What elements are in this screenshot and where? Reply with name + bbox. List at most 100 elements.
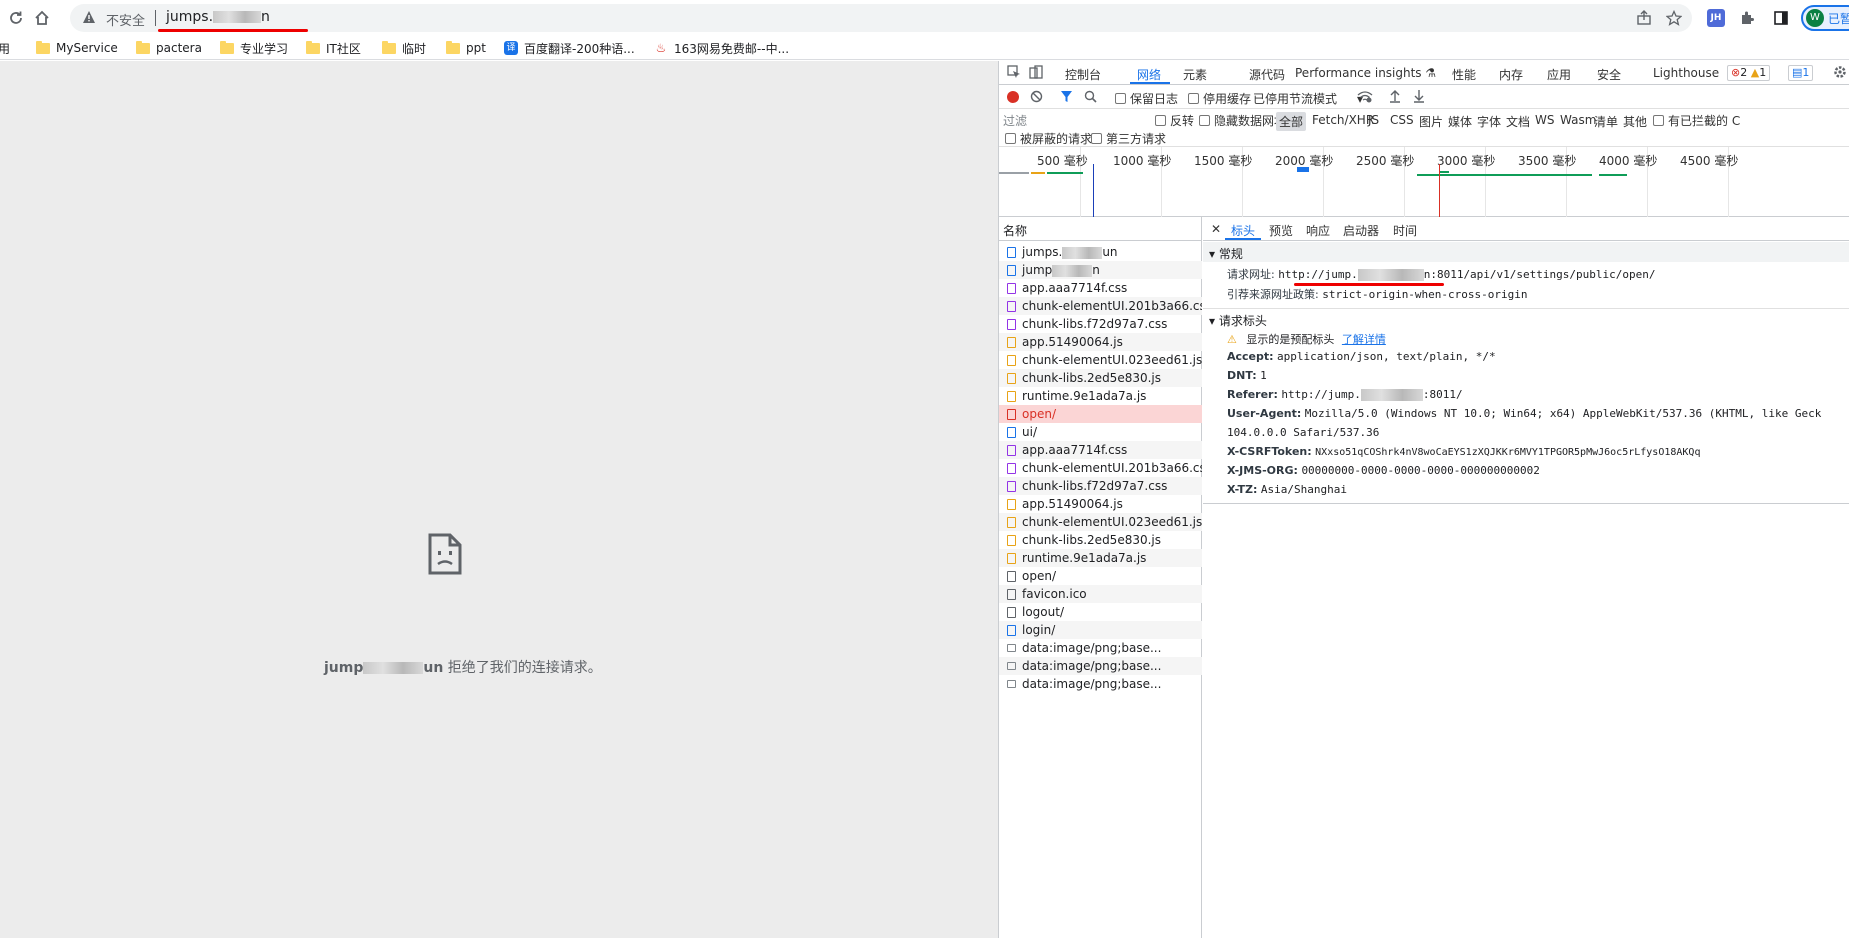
table-row[interactable]: chunk-elementUI.201b3a66.css <box>999 459 1202 477</box>
import-har-icon[interactable] <box>1389 89 1401 103</box>
preserve-log-checkbox[interactable]: 保留日志 <box>1115 90 1178 107</box>
url-text[interactable]: jumps. n <box>166 9 270 25</box>
table-row[interactable]: ui/ <box>999 423 1202 441</box>
table-row[interactable]: chunk-libs.2ed5e830.js <box>999 369 1202 387</box>
checkbox[interactable] <box>1155 115 1166 126</box>
type-filter-css[interactable]: CSS <box>1387 112 1417 128</box>
table-row[interactable]: chunk-libs.f72d97a7.css <box>999 315 1202 333</box>
table-row[interactable]: data:image/png;base... <box>999 675 1202 693</box>
not-secure-warning-icon[interactable] <box>82 10 96 27</box>
tab-lighthouse[interactable]: Lighthouse <box>1653 66 1719 80</box>
table-row[interactable]: login/ <box>999 621 1202 639</box>
table-row[interactable]: data:image/png;base... <box>999 639 1202 657</box>
inspect-element-icon[interactable] <box>1007 65 1021 82</box>
blocked-cookies-checkbox[interactable]: 有已拦截的 C <box>1653 112 1740 129</box>
messages-badge[interactable]: ▤1 <box>1788 65 1814 81</box>
bookmark-folder-pactera[interactable]: pactera <box>136 39 202 57</box>
bookmark-star-icon[interactable] <box>1665 9 1683 29</box>
checkbox[interactable] <box>1653 115 1664 126</box>
bookmark-apps[interactable]: 应用 <box>0 39 10 57</box>
bookmark-folder-it-community[interactable]: IT社区 <box>306 39 361 57</box>
issues-badge[interactable]: ⊗2 ▲1 <box>1727 65 1771 81</box>
hide-data-urls-checkbox[interactable]: 隐藏数据网址 <box>1199 112 1286 129</box>
share-icon[interactable] <box>1636 10 1652 29</box>
close-details-icon[interactable]: ✕ <box>1211 222 1221 236</box>
table-row[interactable]: chunk-elementUI.023eed61.js <box>999 513 1202 531</box>
table-row[interactable]: logout/ <box>999 603 1202 621</box>
blocked-requests-checkbox[interactable]: 被屏蔽的请求 <box>1005 130 1092 147</box>
table-row[interactable]: jump n <box>999 261 1202 279</box>
tab-initiator[interactable]: 启动器 <box>1343 222 1379 239</box>
bookmark-163-mail[interactable]: ♨ 163网易免费邮--中... <box>654 39 789 57</box>
record-button[interactable] <box>1007 91 1019 103</box>
bookmark-baidu-translate[interactable]: 译百度翻译-200种语... <box>504 39 635 57</box>
tab-response[interactable]: 响应 <box>1306 222 1330 239</box>
checkbox[interactable] <box>1005 133 1016 144</box>
bookmark-folder-ppt[interactable]: ppt <box>446 39 486 57</box>
device-toolbar-icon[interactable] <box>1029 65 1043 82</box>
tab-elements[interactable]: 元素 <box>1183 66 1207 83</box>
checkbox[interactable] <box>1188 93 1199 104</box>
table-row[interactable]: app.51490064.js <box>999 495 1202 513</box>
table-row[interactable]: jumps. un <box>999 243 1202 261</box>
bookmark-folder-temp[interactable]: 临时 <box>382 39 426 57</box>
bookmark-folder-myservice[interactable]: MyService <box>36 39 118 57</box>
request-headers-section-header[interactable]: ▾ 请求标头 <box>1203 308 1849 328</box>
table-row[interactable]: runtime.9e1ada7a.js <box>999 549 1202 567</box>
settings-gear-icon[interactable] <box>1833 65 1847 82</box>
throttling-select[interactable]: 已停用节流模式 ▾ <box>1253 90 1363 107</box>
clear-button[interactable] <box>1030 90 1043 103</box>
type-filter-media[interactable]: 媒体 <box>1445 112 1475 131</box>
reload-icon[interactable] <box>6 8 26 28</box>
tab-performance-insights[interactable]: Performance insights ⚗ <box>1295 66 1436 80</box>
type-filter-ws[interactable]: WS <box>1532 112 1557 128</box>
table-row[interactable]: open/ <box>999 567 1202 585</box>
tab-preview[interactable]: 预览 <box>1269 222 1293 239</box>
export-har-icon[interactable] <box>1413 89 1425 103</box>
table-row[interactable]: chunk-libs.f72d97a7.css <box>999 477 1202 495</box>
table-row[interactable]: app.51490064.js <box>999 333 1202 351</box>
tab-timing[interactable]: 时间 <box>1393 222 1417 239</box>
tab-headers[interactable]: 标头 <box>1231 222 1255 239</box>
third-party-checkbox[interactable]: 第三方请求 <box>1091 130 1166 147</box>
tab-console[interactable]: 控制台 <box>1065 66 1101 83</box>
table-row[interactable]: data:image/png;base... <box>999 657 1202 675</box>
home-icon[interactable] <box>32 8 52 28</box>
tab-security[interactable]: 安全 <box>1597 66 1621 83</box>
checkbox[interactable] <box>1115 93 1126 104</box>
timeline-overview[interactable]: 500 毫秒 1000 毫秒 1500 毫秒 2000 毫秒 2500 毫秒 3… <box>999 147 1849 217</box>
side-panel-icon[interactable] <box>1771 8 1791 28</box>
learn-more-link[interactable]: 了解详情 <box>1342 333 1386 346</box>
checkbox[interactable] <box>1199 115 1210 126</box>
address-bar[interactable]: 不安全 jumps. n <box>70 4 1692 32</box>
tab-memory[interactable]: 内存 <box>1499 66 1523 83</box>
type-filter-all[interactable]: 全部 <box>1276 112 1307 131</box>
tab-performance[interactable]: 性能 <box>1452 66 1476 83</box>
type-filter-manifest[interactable]: 清单 <box>1591 112 1621 131</box>
extensions-puzzle-icon[interactable] <box>1737 8 1757 28</box>
table-row[interactable]: runtime.9e1ada7a.js <box>999 387 1202 405</box>
table-row[interactable]: chunk-elementUI.023eed61.js <box>999 351 1202 369</box>
name-column-header[interactable]: 名称 <box>999 217 1202 241</box>
table-row[interactable]: app.aaa7714f.css <box>999 441 1202 459</box>
extension-jh-icon[interactable]: JH <box>1707 9 1725 27</box>
table-row[interactable]: chunk-libs.2ed5e830.js <box>999 531 1202 549</box>
tab-network[interactable]: 网络 <box>1137 66 1161 83</box>
security-label[interactable]: 不安全 <box>106 10 145 29</box>
search-button[interactable] <box>1084 90 1097 103</box>
network-conditions-icon[interactable] <box>1357 90 1373 103</box>
type-filter-other[interactable]: 其他 <box>1620 112 1650 131</box>
bookmark-folder-study[interactable]: 专业学习 <box>220 39 288 57</box>
type-filter-font[interactable]: 字体 <box>1474 112 1504 131</box>
filter-input[interactable]: 过滤 <box>1003 112 1141 130</box>
type-filter-img[interactable]: 图片 <box>1416 112 1446 131</box>
filter-toggle-button[interactable] <box>1060 90 1073 103</box>
type-filter-js[interactable]: JS <box>1365 112 1382 128</box>
table-row[interactable]: favicon.ico <box>999 585 1202 603</box>
tab-application[interactable]: 应用 <box>1547 66 1571 83</box>
invert-checkbox[interactable]: 反转 <box>1155 112 1194 129</box>
table-row[interactable]: open/ <box>999 405 1202 423</box>
table-row[interactable]: app.aaa7714f.css <box>999 279 1202 297</box>
type-filter-doc[interactable]: 文档 <box>1503 112 1533 131</box>
tab-sources[interactable]: 源代码 <box>1249 66 1285 83</box>
